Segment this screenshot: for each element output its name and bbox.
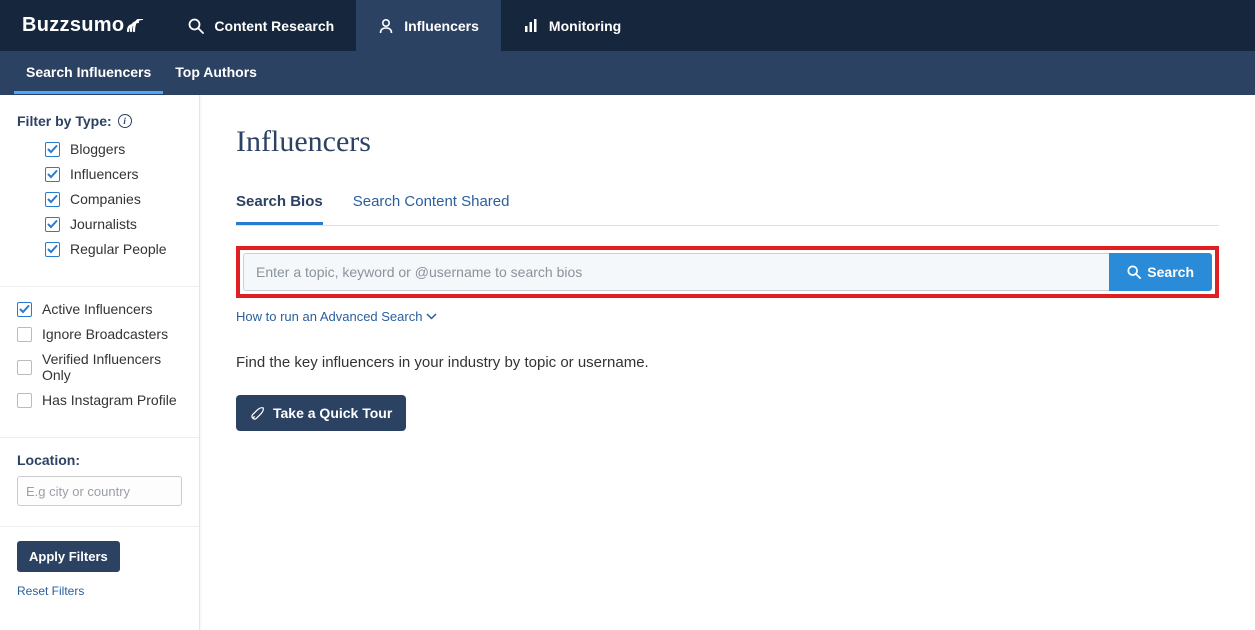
- logo-text: Buzzsumo: [22, 14, 124, 37]
- option-label: Ignore Broadcasters: [42, 326, 168, 342]
- checkbox-unchecked-icon: [17, 393, 32, 408]
- description-text: Find the key influencers in your industr…: [236, 354, 1219, 371]
- search-button-label: Search: [1147, 264, 1194, 280]
- sub-nav: Search Influencers Top Authors: [0, 51, 1255, 95]
- person-icon: [378, 18, 394, 34]
- nav-influencers[interactable]: Influencers: [356, 0, 501, 51]
- option-has-instagram[interactable]: Has Instagram Profile: [17, 392, 182, 408]
- filter-bloggers[interactable]: Bloggers: [17, 141, 182, 157]
- advanced-search-label: How to run an Advanced Search: [236, 309, 422, 324]
- logo-wave-icon: [126, 19, 144, 33]
- checkbox-checked-icon: [45, 142, 60, 157]
- body: Filter by Type: i Bloggers Influencers C…: [0, 95, 1255, 630]
- filter-influencers[interactable]: Influencers: [17, 166, 182, 182]
- search-icon: [1127, 265, 1141, 279]
- divider: [0, 526, 199, 527]
- take-tour-button[interactable]: Take a Quick Tour: [236, 395, 406, 431]
- divider: [0, 286, 199, 287]
- option-active-influencers[interactable]: Active Influencers: [17, 301, 182, 317]
- filter-label: Bloggers: [70, 141, 125, 157]
- bars-icon: [523, 18, 539, 34]
- rocket-icon: [250, 406, 265, 421]
- option-label: Has Instagram Profile: [42, 392, 177, 408]
- reset-filters-link[interactable]: Reset Filters: [17, 584, 182, 598]
- top-nav: Buzzsumo Content Research Influencers Mo…: [0, 0, 1255, 51]
- nav-label: Monitoring: [549, 18, 621, 34]
- page-title: Influencers: [236, 125, 1219, 159]
- option-label: Active Influencers: [42, 301, 153, 317]
- nav-label: Content Research: [214, 18, 334, 34]
- filter-by-type-title: Filter by Type: i: [17, 113, 182, 129]
- apply-filters-button[interactable]: Apply Filters: [17, 541, 120, 572]
- filter-companies[interactable]: Companies: [17, 191, 182, 207]
- main-content: Influencers Search Bios Search Content S…: [200, 95, 1255, 630]
- search-highlight-box: Search: [236, 246, 1219, 298]
- nav-label: Influencers: [404, 18, 479, 34]
- chevron-down-icon: [426, 313, 437, 320]
- tabs: Search Bios Search Content Shared: [236, 193, 1219, 226]
- search-input[interactable]: [243, 253, 1109, 291]
- filter-regular-people[interactable]: Regular People: [17, 241, 182, 257]
- subnav-top-authors[interactable]: Top Authors: [163, 52, 269, 94]
- nav-content-research[interactable]: Content Research: [166, 0, 356, 51]
- checkbox-unchecked-icon: [17, 360, 32, 375]
- filter-by-type-label: Filter by Type:: [17, 113, 112, 129]
- tab-search-bios[interactable]: Search Bios: [236, 193, 323, 225]
- option-label: Verified Influencers Only: [42, 351, 182, 383]
- option-verified-only[interactable]: Verified Influencers Only: [17, 351, 182, 383]
- location-input[interactable]: [17, 476, 182, 506]
- divider: [0, 437, 199, 438]
- sidebar: Filter by Type: i Bloggers Influencers C…: [0, 95, 200, 630]
- checkbox-checked-icon: [45, 167, 60, 182]
- search-icon: [188, 18, 204, 34]
- checkbox-checked-icon: [17, 302, 32, 317]
- checkbox-checked-icon: [45, 217, 60, 232]
- filter-label: Journalists: [70, 216, 137, 232]
- filter-journalists[interactable]: Journalists: [17, 216, 182, 232]
- location-label: Location:: [17, 452, 182, 468]
- checkbox-unchecked-icon: [17, 327, 32, 342]
- filter-label: Companies: [70, 191, 141, 207]
- filter-label: Regular People: [70, 241, 167, 257]
- checkbox-checked-icon: [45, 192, 60, 207]
- logo[interactable]: Buzzsumo: [0, 0, 166, 51]
- info-icon[interactable]: i: [118, 114, 132, 128]
- option-ignore-broadcasters[interactable]: Ignore Broadcasters: [17, 326, 182, 342]
- search-bar: Search: [243, 253, 1212, 291]
- filter-label: Influencers: [70, 166, 138, 182]
- tour-button-label: Take a Quick Tour: [273, 405, 392, 421]
- nav-monitoring[interactable]: Monitoring: [501, 0, 643, 51]
- checkbox-checked-icon: [45, 242, 60, 257]
- subnav-search-influencers[interactable]: Search Influencers: [14, 52, 163, 94]
- advanced-search-link[interactable]: How to run an Advanced Search: [236, 309, 437, 324]
- tab-search-content-shared[interactable]: Search Content Shared: [353, 193, 510, 225]
- search-button[interactable]: Search: [1109, 253, 1212, 291]
